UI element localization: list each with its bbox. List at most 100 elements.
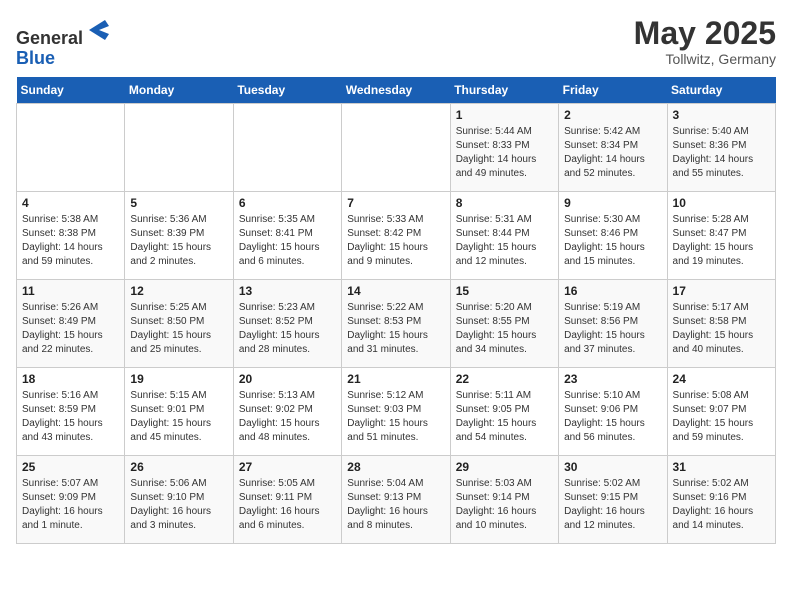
day-detail: Sunrise: 5:08 AM Sunset: 9:07 PM Dayligh… (673, 389, 770, 445)
calendar-table: SundayMondayTuesdayWednesdayThursdayFrid… (16, 77, 776, 544)
day-detail: Sunrise: 5:23 AM Sunset: 8:52 PM Dayligh… (239, 301, 336, 357)
calendar-cell: 14Sunrise: 5:22 AM Sunset: 8:53 PM Dayli… (342, 279, 450, 367)
calendar-cell: 1 Sunrise: 5:44 AM Sunset: 8:33 PM Daylig… (450, 103, 558, 191)
calendar-week-1: 1 Sunrise: 5:44 AM Sunset: 8:33 PM Daylig… (17, 103, 776, 191)
calendar-cell: 21 Sunrise: 5:12 AM Sunset: 9:03 PM Dayli… (342, 367, 450, 455)
day-number: 16 (564, 284, 661, 298)
calendar-cell: 9 Sunrise: 5:30 AM Sunset: 8:46 PM Daylig… (559, 191, 667, 279)
day-number: 20 (239, 372, 336, 386)
day-detail: Sunrise: 5:16 AM Sunset: 8:59 PM Dayligh… (22, 389, 119, 445)
day-detail: Sunrise: 5:15 AM Sunset: 9:01 PM Dayligh… (130, 389, 227, 445)
day-number: 31 (673, 460, 770, 474)
weekday-saturday: Saturday (667, 77, 775, 104)
calendar-cell: 8 Sunrise: 5:31 AM Sunset: 8:44 PM Daylig… (450, 191, 558, 279)
day-number: 11 (22, 284, 119, 298)
calendar-week-2: 4Sunrise: 5:38 AM Sunset: 8:38 PM Daylig… (17, 191, 776, 279)
day-detail: Sunrise: 5:06 AM Sunset: 9:10 PM Dayligh… (130, 477, 227, 533)
day-number: 17 (673, 284, 770, 298)
calendar-cell: 12 Sunrise: 5:25 AM Sunset: 8:50 PM Dayli… (125, 279, 233, 367)
calendar-cell: 10 Sunrise: 5:28 AM Sunset: 8:47 PM Dayli… (667, 191, 775, 279)
day-detail: Sunrise: 5:07 AM Sunset: 9:09 PM Dayligh… (22, 477, 119, 533)
day-detail: Sunrise: 5:02 AM Sunset: 9:16 PM Dayligh… (673, 477, 770, 533)
calendar-cell: 28 Sunrise: 5:04 AM Sunset: 9:13 PM Dayli… (342, 455, 450, 543)
weekday-wednesday: Wednesday (342, 77, 450, 104)
calendar-cell (125, 103, 233, 191)
calendar-cell: 23Sunrise: 5:10 AM Sunset: 9:06 PM Dayli… (559, 367, 667, 455)
day-number: 1 (456, 108, 553, 122)
day-number: 29 (456, 460, 553, 474)
weekday-tuesday: Tuesday (233, 77, 341, 104)
calendar-title: May 2025 (634, 16, 776, 51)
day-number: 13 (239, 284, 336, 298)
calendar-week-5: 25Sunrise: 5:07 AM Sunset: 9:09 PM Dayli… (17, 455, 776, 543)
calendar-cell: 29 Sunrise: 5:03 AM Sunset: 9:14 PM Dayli… (450, 455, 558, 543)
calendar-cell: 18Sunrise: 5:16 AM Sunset: 8:59 PM Dayli… (17, 367, 125, 455)
calendar-cell: 4Sunrise: 5:38 AM Sunset: 8:38 PM Daylig… (17, 191, 125, 279)
calendar-cell: 25Sunrise: 5:07 AM Sunset: 9:09 PM Dayli… (17, 455, 125, 543)
day-number: 3 (673, 108, 770, 122)
day-number: 6 (239, 196, 336, 210)
day-number: 24 (673, 372, 770, 386)
logo-bird-icon (85, 16, 113, 44)
day-number: 9 (564, 196, 661, 210)
day-detail: Sunrise: 5:28 AM Sunset: 8:47 PM Dayligh… (673, 213, 770, 269)
day-detail: Sunrise: 5:30 AM Sunset: 8:46 PM Dayligh… (564, 213, 661, 269)
day-detail: Sunrise: 5:31 AM Sunset: 8:44 PM Dayligh… (456, 213, 553, 269)
day-number: 5 (130, 196, 227, 210)
calendar-cell: 11 Sunrise: 5:26 AM Sunset: 8:49 PM Dayli… (17, 279, 125, 367)
day-number: 28 (347, 460, 444, 474)
day-detail: Sunrise: 5:02 AM Sunset: 9:15 PM Dayligh… (564, 477, 661, 533)
weekday-monday: Monday (125, 77, 233, 104)
day-detail: Sunrise: 5:40 AM Sunset: 8:36 PM Dayligh… (673, 125, 770, 181)
day-number: 2 (564, 108, 661, 122)
day-number: 19 (130, 372, 227, 386)
calendar-cell: 24 Sunrise: 5:08 AM Sunset: 9:07 PM Dayli… (667, 367, 775, 455)
day-detail: Sunrise: 5:11 AM Sunset: 9:05 PM Dayligh… (456, 389, 553, 445)
day-detail: Sunrise: 5:26 AM Sunset: 8:49 PM Dayligh… (22, 301, 119, 357)
weekday-header-row: SundayMondayTuesdayWednesdayThursdayFrid… (17, 77, 776, 104)
calendar-cell: 15 Sunrise: 5:20 AM Sunset: 8:55 PM Dayli… (450, 279, 558, 367)
day-number: 27 (239, 460, 336, 474)
calendar-week-3: 11 Sunrise: 5:26 AM Sunset: 8:49 PM Dayli… (17, 279, 776, 367)
day-detail: Sunrise: 5:25 AM Sunset: 8:50 PM Dayligh… (130, 301, 227, 357)
calendar-cell: 5 Sunrise: 5:36 AM Sunset: 8:39 PM Daylig… (125, 191, 233, 279)
day-detail: Sunrise: 5:35 AM Sunset: 8:41 PM Dayligh… (239, 213, 336, 269)
day-number: 30 (564, 460, 661, 474)
day-detail: Sunrise: 5:36 AM Sunset: 8:39 PM Dayligh… (130, 213, 227, 269)
day-detail: Sunrise: 5:04 AM Sunset: 9:13 PM Dayligh… (347, 477, 444, 533)
day-detail: Sunrise: 5:44 AM Sunset: 8:33 PM Dayligh… (456, 125, 553, 181)
day-detail: Sunrise: 5:17 AM Sunset: 8:58 PM Dayligh… (673, 301, 770, 357)
logo: General Blue (16, 16, 113, 69)
calendar-cell: 7 Sunrise: 5:33 AM Sunset: 8:42 PM Daylig… (342, 191, 450, 279)
day-detail: Sunrise: 5:03 AM Sunset: 9:14 PM Dayligh… (456, 477, 553, 533)
day-number: 26 (130, 460, 227, 474)
calendar-cell: 20 Sunrise: 5:13 AM Sunset: 9:02 PM Dayli… (233, 367, 341, 455)
page-header: General Blue May 2025 Tollwitz, Germany (16, 16, 776, 69)
title-block: May 2025 Tollwitz, Germany (634, 16, 776, 67)
calendar-cell: 16Sunrise: 5:19 AM Sunset: 8:56 PM Dayli… (559, 279, 667, 367)
day-detail: Sunrise: 5:42 AM Sunset: 8:34 PM Dayligh… (564, 125, 661, 181)
calendar-cell (17, 103, 125, 191)
day-number: 7 (347, 196, 444, 210)
logo-general: General (16, 28, 83, 48)
calendar-cell: 3 Sunrise: 5:40 AM Sunset: 8:36 PM Daylig… (667, 103, 775, 191)
calendar-subtitle: Tollwitz, Germany (634, 51, 776, 67)
calendar-cell: 22Sunrise: 5:11 AM Sunset: 9:05 PM Dayli… (450, 367, 558, 455)
day-detail: Sunrise: 5:12 AM Sunset: 9:03 PM Dayligh… (347, 389, 444, 445)
day-number: 15 (456, 284, 553, 298)
calendar-week-4: 18Sunrise: 5:16 AM Sunset: 8:59 PM Dayli… (17, 367, 776, 455)
day-detail: Sunrise: 5:33 AM Sunset: 8:42 PM Dayligh… (347, 213, 444, 269)
day-number: 12 (130, 284, 227, 298)
calendar-cell: 30 Sunrise: 5:02 AM Sunset: 9:15 PM Dayli… (559, 455, 667, 543)
calendar-cell: 13 Sunrise: 5:23 AM Sunset: 8:52 PM Dayli… (233, 279, 341, 367)
day-detail: Sunrise: 5:20 AM Sunset: 8:55 PM Dayligh… (456, 301, 553, 357)
day-number: 21 (347, 372, 444, 386)
day-number: 10 (673, 196, 770, 210)
weekday-friday: Friday (559, 77, 667, 104)
calendar-cell: 27Sunrise: 5:05 AM Sunset: 9:11 PM Dayli… (233, 455, 341, 543)
day-detail: Sunrise: 5:13 AM Sunset: 9:02 PM Dayligh… (239, 389, 336, 445)
day-number: 8 (456, 196, 553, 210)
day-detail: Sunrise: 5:10 AM Sunset: 9:06 PM Dayligh… (564, 389, 661, 445)
day-number: 14 (347, 284, 444, 298)
weekday-sunday: Sunday (17, 77, 125, 104)
